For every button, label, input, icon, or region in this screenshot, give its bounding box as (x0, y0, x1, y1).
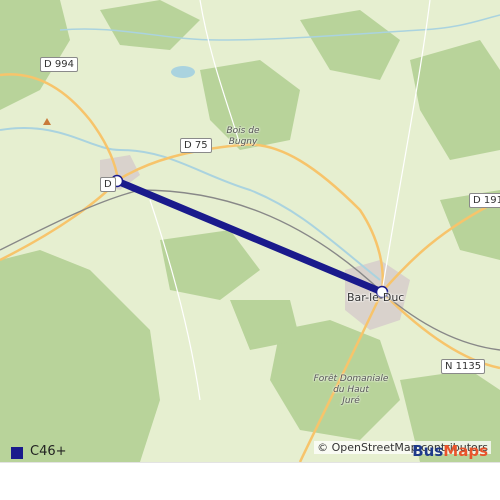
place-bar-le-duc: Bar-le-Duc (347, 291, 405, 304)
brand-maps: Maps (443, 442, 488, 460)
road-label-d: D (100, 177, 116, 192)
legend-bar (0, 462, 500, 500)
road-label-d191: D 191 (469, 193, 500, 208)
brand-bus: Bus (412, 442, 444, 460)
place-foret-domaniale: Forêt Domaniale du Haut Juré (313, 374, 389, 406)
legend-route-swatch (11, 447, 23, 459)
map-canvas[interactable]: D 994 D 75 D D 191 N 1135 Bois de Bugny … (0, 0, 500, 462)
legend-route-label: C46+ (30, 444, 67, 459)
place-bois-de-bugny: Bois de Bugny (226, 126, 260, 147)
busmaps-logo[interactable]: BusMaps (412, 442, 488, 460)
road-label-n1135: N 1135 (441, 359, 486, 374)
road-label-d75: D 75 (180, 138, 212, 153)
road-label-d994: D 994 (40, 57, 78, 72)
